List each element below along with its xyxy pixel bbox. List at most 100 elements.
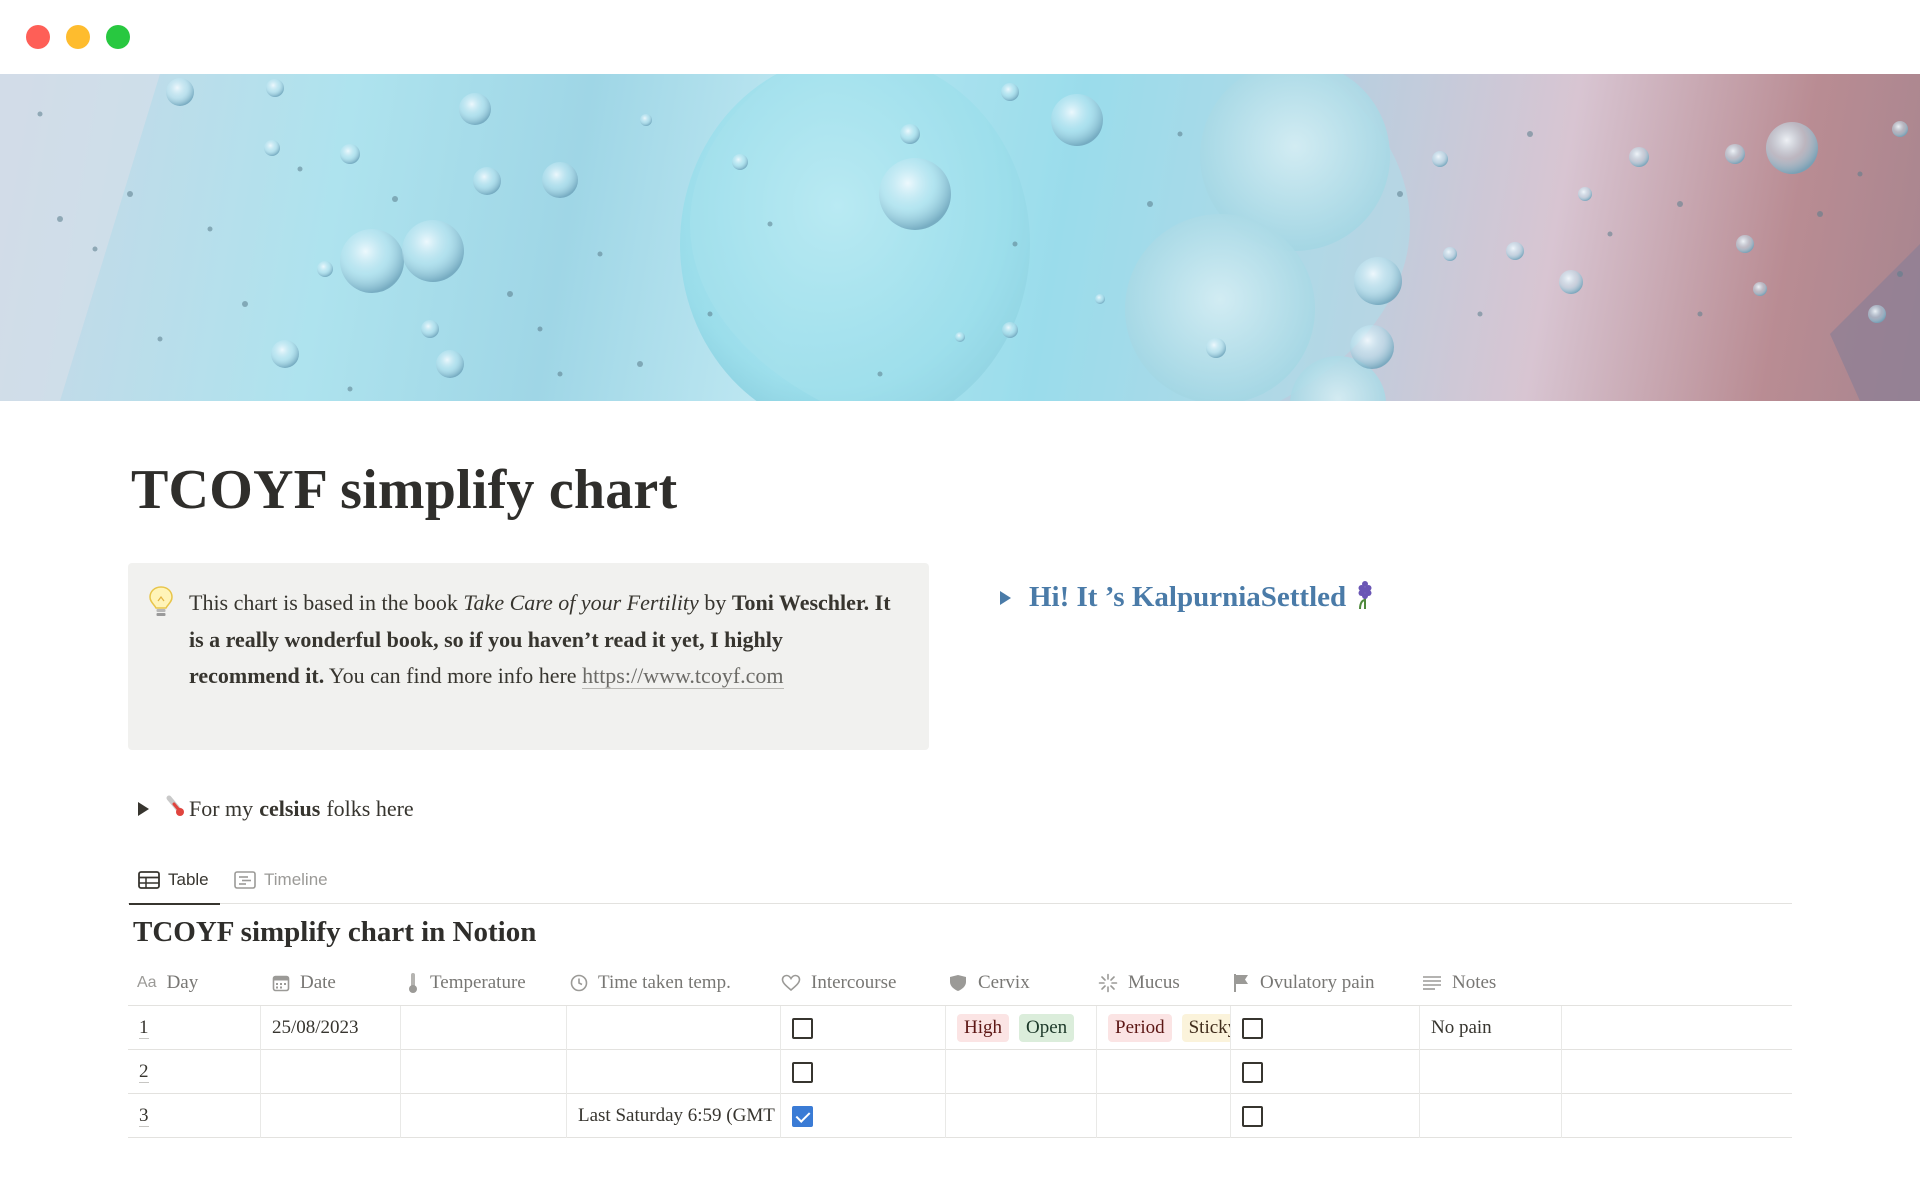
cell-date[interactable] bbox=[261, 1094, 401, 1138]
table-row[interactable]: 3 Last Saturday 6:59 (GMT bbox=[128, 1094, 1792, 1138]
text-aa-icon: Aa bbox=[137, 974, 157, 991]
tag-cervix-high: High bbox=[957, 1014, 1009, 1042]
notes-value: No pain bbox=[1431, 1017, 1492, 1038]
cell-time-taken[interactable] bbox=[567, 1050, 781, 1094]
cell-ovulatory-pain[interactable] bbox=[1231, 1094, 1420, 1138]
time-taken-value: Last Saturday 6:59 (GMT bbox=[578, 1105, 775, 1126]
cell-notes[interactable] bbox=[1420, 1094, 1562, 1138]
toggle-arrow-icon[interactable] bbox=[138, 802, 149, 816]
day-value: 1 bbox=[139, 1016, 149, 1039]
cell-date[interactable]: 25/08/2023 bbox=[261, 1006, 401, 1050]
ovulatory-pain-checkbox[interactable] bbox=[1242, 1105, 1263, 1127]
hyacinth-icon bbox=[1354, 580, 1376, 615]
column-header-notes[interactable]: Notes bbox=[1422, 960, 1562, 1006]
clock-icon bbox=[570, 974, 588, 992]
column-header-time-taken[interactable]: Time taken temp. bbox=[570, 960, 770, 1006]
cell-notes[interactable] bbox=[1420, 1050, 1562, 1094]
cell-date[interactable] bbox=[261, 1050, 401, 1094]
cell-time-taken[interactable]: Last Saturday 6:59 (GMT bbox=[567, 1094, 781, 1138]
thermometer-icon bbox=[165, 794, 185, 824]
cell-cervix[interactable] bbox=[946, 1094, 1097, 1138]
column-label: Date bbox=[300, 972, 336, 993]
cover-image bbox=[0, 74, 1920, 401]
cell-intercourse[interactable] bbox=[781, 1006, 946, 1050]
callout-text-by: by bbox=[698, 590, 732, 615]
callout-text-intro: This chart is based in the book bbox=[189, 590, 464, 615]
day-value: 2 bbox=[139, 1060, 149, 1083]
cell-temperature[interactable] bbox=[401, 1094, 567, 1138]
tab-table-label: Table bbox=[168, 870, 209, 889]
cell-ovulatory-pain[interactable] bbox=[1231, 1050, 1420, 1094]
sparkle-icon bbox=[1098, 973, 1118, 993]
table-header: Aa Day Date Temperature Time taken temp. bbox=[128, 960, 1792, 1006]
cell-intercourse[interactable] bbox=[781, 1050, 946, 1094]
cell-time-taken[interactable] bbox=[567, 1006, 781, 1050]
tab-timeline-label: Timeline bbox=[264, 870, 328, 889]
tag-cervix-open: Open bbox=[1019, 1014, 1075, 1042]
cell-temperature[interactable] bbox=[401, 1006, 567, 1050]
toggle-celsius[interactable]: For my celsius folks here bbox=[138, 794, 414, 824]
cell-mucus[interactable] bbox=[1097, 1050, 1231, 1094]
lightbulb-icon bbox=[148, 585, 176, 621]
callout-book-title: Take Care of your Fertility bbox=[463, 590, 699, 615]
cell-mucus[interactable]: Period Sticky bbox=[1097, 1006, 1231, 1050]
column-label: Notes bbox=[1452, 972, 1497, 993]
day-value: 3 bbox=[139, 1104, 149, 1127]
toggle-hi-kalpurnia[interactable]: Hi! It ’s KalpurniaSettled bbox=[1000, 580, 1376, 615]
table-row[interactable]: 2 bbox=[128, 1050, 1792, 1094]
close-window-button[interactable] bbox=[26, 25, 50, 49]
column-header-temperature[interactable]: Temperature bbox=[406, 960, 566, 1006]
thermometer-icon bbox=[409, 973, 417, 993]
cell-notes[interactable]: No pain bbox=[1420, 1006, 1562, 1050]
intercourse-checkbox[interactable] bbox=[792, 1017, 813, 1039]
cover-bubbles-art bbox=[0, 74, 1920, 401]
column-header-cervix[interactable]: Cervix bbox=[948, 960, 1078, 1006]
page-title: TCOYF simplify chart bbox=[131, 459, 678, 521]
column-header-intercourse[interactable]: Intercourse bbox=[781, 960, 931, 1006]
column-label: Time taken temp. bbox=[598, 972, 731, 993]
tab-timeline[interactable]: Timeline bbox=[234, 864, 328, 896]
database-table: Aa Day Date Temperature Time taken temp. bbox=[128, 960, 1792, 1138]
intercourse-checkbox-checked[interactable] bbox=[792, 1105, 813, 1127]
shield-icon bbox=[950, 975, 966, 991]
cell-intercourse[interactable] bbox=[781, 1094, 946, 1138]
cell-day[interactable]: 3 bbox=[128, 1094, 261, 1138]
tag-mucus-period: Period bbox=[1108, 1014, 1172, 1042]
minimize-window-button[interactable] bbox=[66, 25, 90, 49]
cell-day[interactable]: 2 bbox=[128, 1050, 261, 1094]
celsius-suffix: folks here bbox=[326, 796, 414, 821]
cell-ovulatory-pain[interactable] bbox=[1231, 1006, 1420, 1050]
maximize-window-button[interactable] bbox=[106, 25, 130, 49]
table-row[interactable]: 1 25/08/2023 High Open Period Sticky No … bbox=[128, 1006, 1792, 1050]
cell-mucus[interactable] bbox=[1097, 1094, 1231, 1138]
toggle-hi-label: Hi! It ’s KalpurniaSettled bbox=[1029, 581, 1347, 613]
calendar-icon bbox=[272, 975, 290, 992]
database-view-tabs: Table Timeline bbox=[128, 858, 1792, 905]
table-icon bbox=[138, 871, 160, 889]
window-titlebar bbox=[0, 0, 1920, 74]
intercourse-checkbox[interactable] bbox=[792, 1061, 813, 1083]
column-label: Mucus bbox=[1128, 972, 1180, 993]
celsius-prefix: For my bbox=[189, 796, 254, 821]
toggle-arrow-icon[interactable] bbox=[1000, 590, 1011, 605]
column-header-date[interactable]: Date bbox=[272, 960, 402, 1006]
cell-cervix[interactable] bbox=[946, 1050, 1097, 1094]
heart-icon bbox=[781, 974, 801, 992]
column-header-ovulatory-pain[interactable]: Ovulatory pain bbox=[1232, 960, 1412, 1006]
database-title[interactable]: TCOYF simplify chart in Notion bbox=[133, 916, 536, 949]
column-header-day[interactable]: Aa Day bbox=[137, 960, 257, 1006]
ovulatory-pain-checkbox[interactable] bbox=[1242, 1017, 1263, 1039]
column-header-mucus[interactable]: Mucus bbox=[1098, 960, 1218, 1006]
flag-icon bbox=[1234, 974, 1248, 992]
date-value: 25/08/2023 bbox=[272, 1017, 359, 1038]
celsius-bold: celsius bbox=[259, 796, 321, 821]
ovulatory-pain-checkbox[interactable] bbox=[1242, 1061, 1263, 1083]
cell-temperature[interactable] bbox=[401, 1050, 567, 1094]
tcoyf-link[interactable]: https://www.tcoyf.com bbox=[582, 663, 784, 689]
tab-table[interactable]: Table bbox=[129, 864, 220, 905]
callout-block: This chart is based in the book Take Car… bbox=[128, 563, 929, 750]
cell-cervix[interactable]: High Open bbox=[946, 1006, 1097, 1050]
lines-icon bbox=[1423, 976, 1441, 990]
column-label: Intercourse bbox=[811, 972, 897, 993]
cell-day[interactable]: 1 bbox=[128, 1006, 261, 1050]
